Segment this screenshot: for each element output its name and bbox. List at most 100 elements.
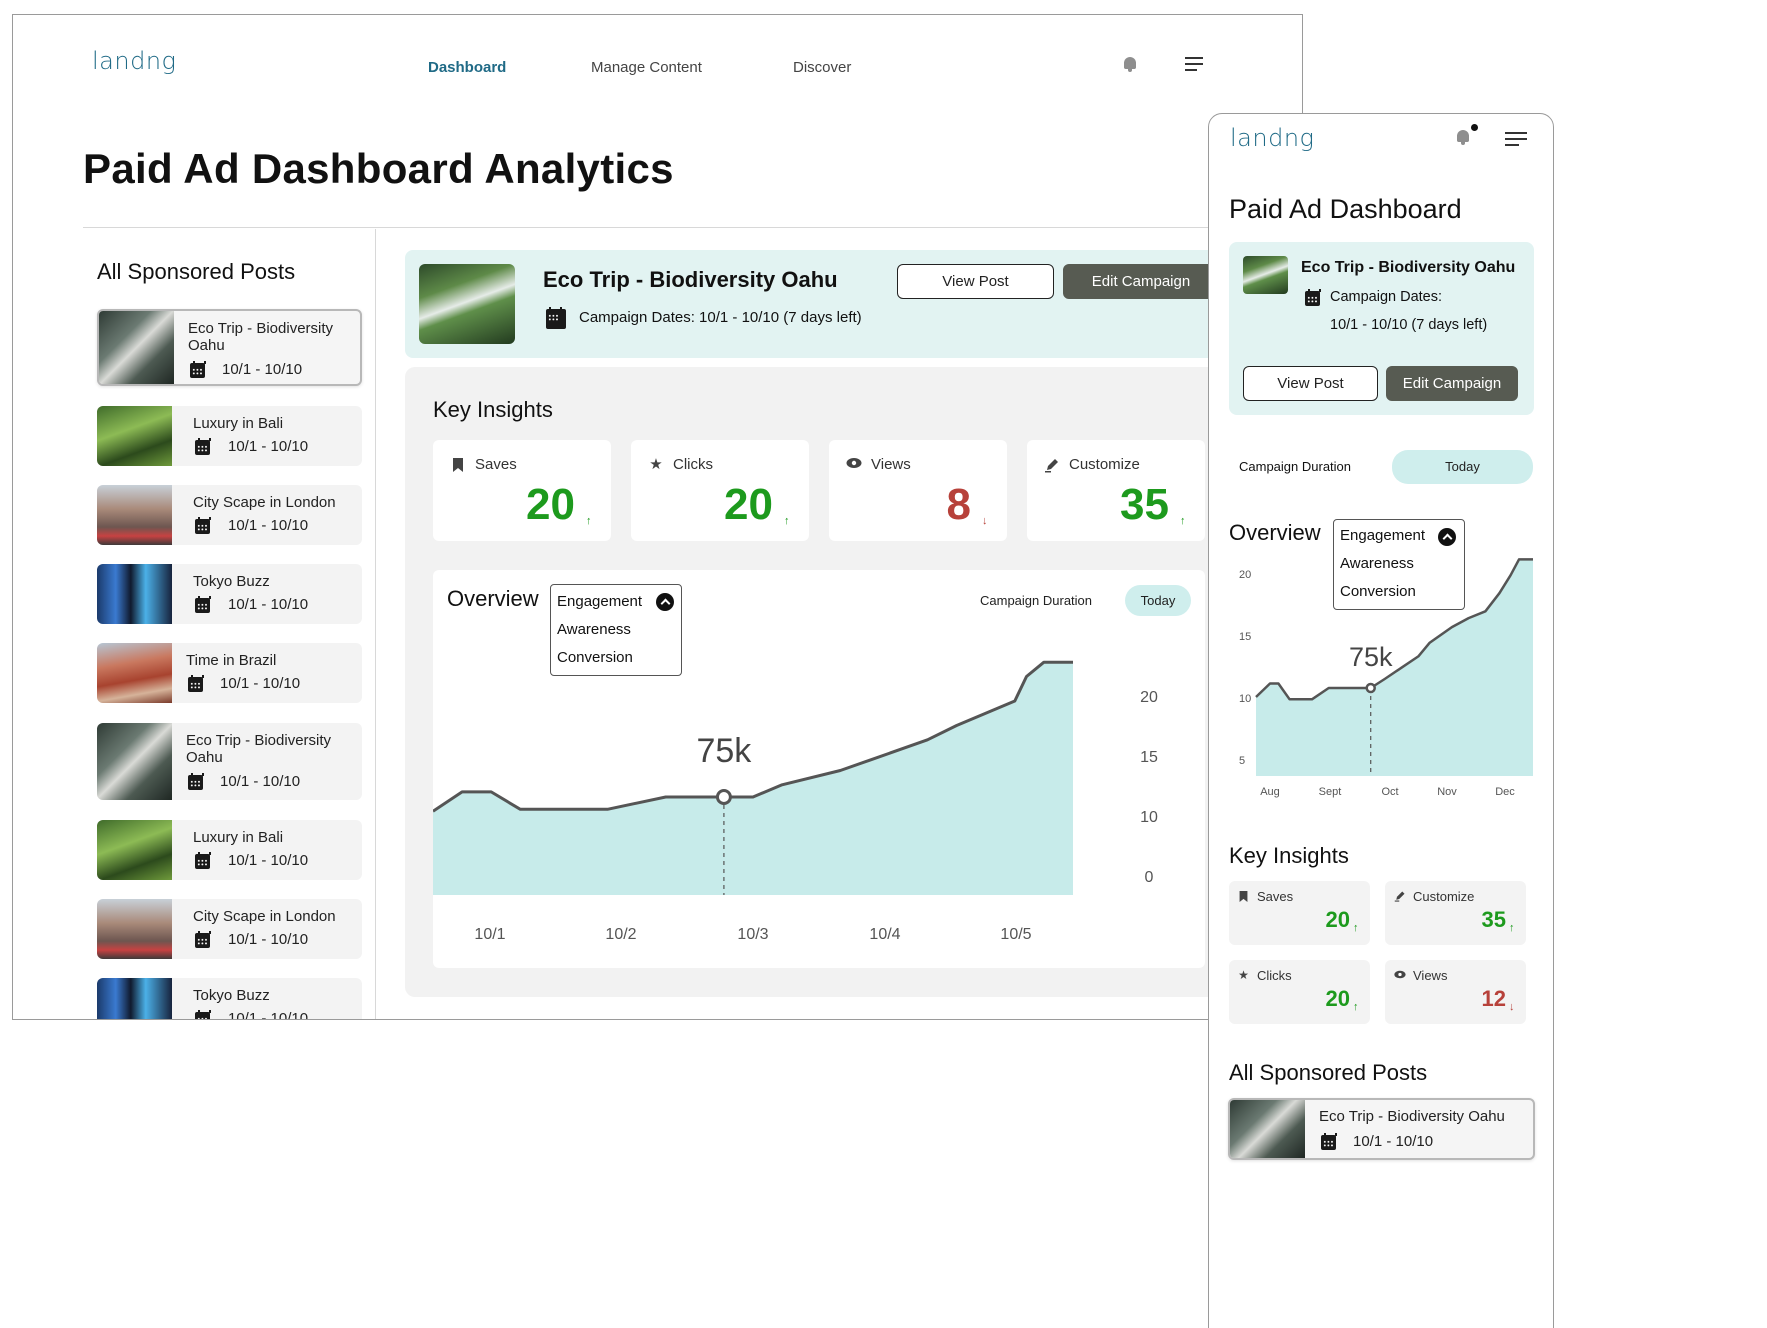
edit-campaign-button[interactable]: Edit Campaign xyxy=(1063,264,1219,299)
bell-icon[interactable] xyxy=(1123,57,1137,73)
y-tick-label: 0 xyxy=(1145,869,1154,886)
bell-icon[interactable] xyxy=(1456,130,1470,146)
metric-value: 8 xyxy=(946,480,971,529)
sidebar-post-london[interactable]: City Scape in London 10/1 - 10/10 xyxy=(97,485,362,545)
today-tab[interactable]: Today xyxy=(1125,585,1191,616)
overview-title: Overview xyxy=(1229,520,1321,545)
nav-discover[interactable]: Discover xyxy=(793,59,851,76)
campaign-duration-tab[interactable]: Campaign Duration xyxy=(980,593,1092,608)
campaign-title: Eco Trip - Biodiversity Oahu xyxy=(543,267,838,292)
metric-views[interactable]: Views 12 ↓ xyxy=(1385,960,1526,1024)
logo[interactable]: landng xyxy=(92,47,176,75)
y-tick-label: 20 xyxy=(1140,689,1158,706)
edit-campaign-button[interactable]: Edit Campaign xyxy=(1386,366,1518,401)
arrow-up-icon: ↑ xyxy=(586,515,592,527)
metric-dropdown[interactable]: Engagement Awareness Conversion xyxy=(550,584,682,676)
metric-customize[interactable]: Customize 35 ↑ xyxy=(1385,881,1526,945)
post-thumbnail xyxy=(97,978,172,1019)
calendar-icon xyxy=(188,773,204,790)
arrow-up-icon: ↑ xyxy=(1353,1001,1359,1013)
dropdown-option-awareness[interactable]: Awareness xyxy=(557,621,631,638)
post-date: 10/1 - 10/10 xyxy=(228,517,309,534)
sidebar-post-brazil[interactable]: Time in Brazil 10/1 - 10/10 xyxy=(97,643,362,703)
eye-icon xyxy=(846,457,862,473)
nav-dashboard[interactable]: Dashboard xyxy=(428,59,506,76)
dropdown-option-engagement[interactable]: Engagement xyxy=(557,593,642,610)
sidebar-title: All Sponsored Posts xyxy=(1229,1060,1428,1085)
mobile-frame: landng Paid Ad Dashboard Eco Trip - Biod… xyxy=(1208,113,1554,1328)
pencil-icon xyxy=(1044,457,1060,473)
pencil-icon xyxy=(1393,890,1406,903)
dropdown-option-conversion[interactable]: Conversion xyxy=(1340,583,1416,600)
x-tick-label: Dec xyxy=(1495,786,1515,798)
post-thumbnail xyxy=(97,406,172,466)
sidebar-post-eco-trip[interactable]: Eco Trip - Biodiversity Oahu 10/1 - 10/1… xyxy=(1228,1098,1535,1160)
view-post-button[interactable]: View Post xyxy=(897,264,1054,299)
campaign-thumbnail xyxy=(1243,256,1288,294)
y-tick-label: 15 xyxy=(1140,749,1158,766)
post-title: Tokyo Buzz xyxy=(193,987,270,1004)
metric-saves[interactable]: Saves 20 ↑ xyxy=(433,440,611,541)
insights-panel: Key Insights Saves 20 ↑ ★ Clicks 20 ↑ Vi… xyxy=(405,367,1302,997)
bookmark-icon xyxy=(450,457,466,473)
campaign-duration-tab[interactable]: Campaign Duration xyxy=(1239,459,1351,474)
metric-dropdown[interactable]: Engagement Awareness Conversion xyxy=(1333,519,1465,610)
calendar-icon xyxy=(195,596,211,613)
sidebar-post-eco-trip[interactable]: Eco Trip - Biodiversity Oahu 10/1 - 10/1… xyxy=(97,309,362,386)
chevron-up-icon[interactable] xyxy=(656,593,674,611)
notification-dot xyxy=(1471,124,1478,131)
today-tab[interactable]: Today xyxy=(1392,450,1533,484)
arrow-up-icon: ↑ xyxy=(1353,922,1359,934)
arrow-up-icon: ↑ xyxy=(1509,922,1515,934)
post-thumbnail xyxy=(1230,1100,1305,1158)
overview-card: 75k 10/1 10/2 10/3 10/4 10/5 20 15 10 0 Overview … xyxy=(433,570,1205,968)
metric-label: Customize xyxy=(1069,456,1140,473)
x-tick-label: 10/3 xyxy=(737,926,768,943)
overview-title: Overview xyxy=(447,586,539,611)
dropdown-option-awareness[interactable]: Awareness xyxy=(1340,555,1414,572)
page-title: Paid Ad Dashboard Analytics xyxy=(83,145,674,192)
view-post-button[interactable]: View Post xyxy=(1243,366,1378,401)
sidebar-post-tokyo[interactable]: Tokyo Buzz 10/1 - 10/10 xyxy=(97,978,362,1020)
post-date: 10/1 - 10/10 xyxy=(228,852,309,869)
campaign-header: Eco Trip - Biodiversity Oahu Campaign Da… xyxy=(1229,242,1534,415)
sidebar-post-eco-trip[interactable]: Eco Trip - Biodiversity Oahu 10/1 - 10/1… xyxy=(97,723,362,800)
menu-icon[interactable] xyxy=(1505,132,1527,146)
sidebar-post-london[interactable]: City Scape in London 10/1 - 10/10 xyxy=(97,899,362,959)
campaign-thumbnail xyxy=(419,264,515,344)
dropdown-option-engagement[interactable]: Engagement xyxy=(1340,527,1425,544)
highlight-point xyxy=(1365,682,1376,694)
metric-value: 20 xyxy=(1325,907,1350,932)
sidebar-post-luxury-bali[interactable]: Luxury in Bali 10/1 - 10/10 xyxy=(97,406,362,466)
x-tick-label: 10/2 xyxy=(605,926,636,943)
metric-customize[interactable]: Customize 35 ↑ xyxy=(1027,440,1205,541)
metric-clicks[interactable]: ★ Clicks 20 ↑ xyxy=(1229,960,1370,1024)
nav-manage-content[interactable]: Manage Content xyxy=(591,59,702,76)
sidebar-post-tokyo[interactable]: Tokyo Buzz 10/1 - 10/10 xyxy=(97,564,362,624)
divider xyxy=(83,227,1302,228)
page-title: Paid Ad Dashboard xyxy=(1229,194,1462,224)
post-thumbnail xyxy=(97,723,172,800)
menu-icon[interactable] xyxy=(1185,57,1203,71)
divider xyxy=(375,229,376,1019)
sidebar-post-luxury-bali[interactable]: Luxury in Bali 10/1 - 10/10 xyxy=(97,820,362,880)
metric-value: 35 xyxy=(1481,907,1506,932)
metric-views[interactable]: Views 8 ↓ xyxy=(829,440,1007,541)
y-tick-label: 5 xyxy=(1239,755,1245,767)
dropdown-option-conversion[interactable]: Conversion xyxy=(557,649,633,666)
chevron-up-icon[interactable] xyxy=(1438,528,1456,546)
highlight-label: 75k xyxy=(1349,642,1393,672)
post-title: Eco Trip - Biodiversity Oahu xyxy=(186,732,332,766)
post-title: Luxury in Bali xyxy=(193,829,284,846)
insights-title: Key Insights xyxy=(433,397,553,422)
post-date: 10/1 - 10/10 xyxy=(228,1010,309,1020)
campaign-header: Eco Trip - Biodiversity Oahu Campaign Da… xyxy=(405,250,1302,358)
y-tick-label: 20 xyxy=(1239,569,1251,581)
metric-saves[interactable]: Saves 20 ↑ xyxy=(1229,881,1370,945)
campaign-dates-label: Campaign Dates: xyxy=(1330,289,1443,305)
metric-clicks[interactable]: ★ Clicks 20 ↑ xyxy=(631,440,809,541)
logo[interactable]: landng xyxy=(1230,124,1314,152)
metric-value: 12 xyxy=(1481,986,1506,1011)
calendar-icon xyxy=(188,675,204,692)
x-tick-label: Aug xyxy=(1260,786,1280,798)
